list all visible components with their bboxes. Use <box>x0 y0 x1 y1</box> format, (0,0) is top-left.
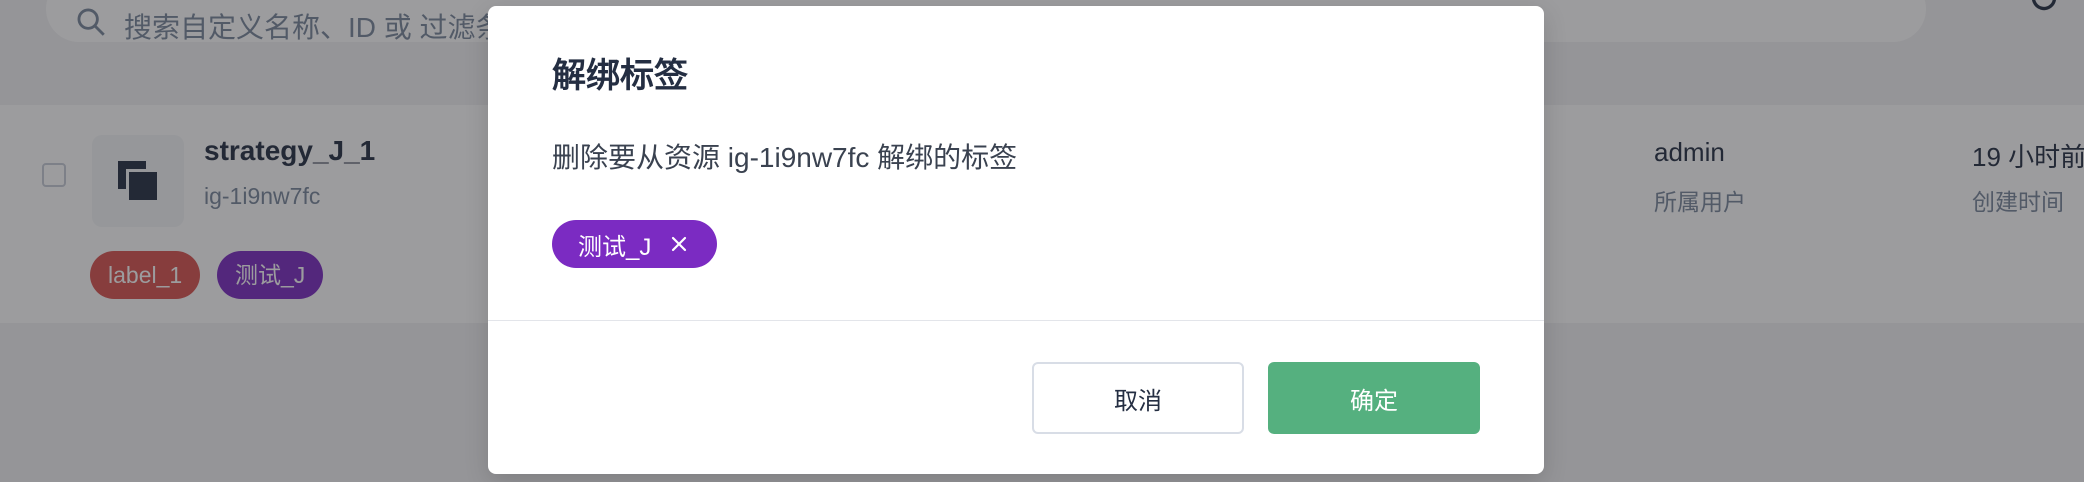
modal-tag-label: 测试_J <box>578 233 652 261</box>
modal-description: 删除要从资源 ig-1i9nw7fc 解绑的标签 <box>552 142 1018 173</box>
cancel-button[interactable]: 取消 <box>1032 362 1244 434</box>
close-icon[interactable] <box>669 234 689 254</box>
modal-divider <box>488 320 1544 321</box>
modal-title: 解绑标签 <box>552 57 688 95</box>
unbind-tags-modal: 解绑标签 删除要从资源 ig-1i9nw7fc 解绑的标签 测试_J 取消 确定 <box>488 6 1544 474</box>
modal-tag-chip: 测试_J <box>552 220 717 268</box>
confirm-button[interactable]: 确定 <box>1268 362 1480 434</box>
